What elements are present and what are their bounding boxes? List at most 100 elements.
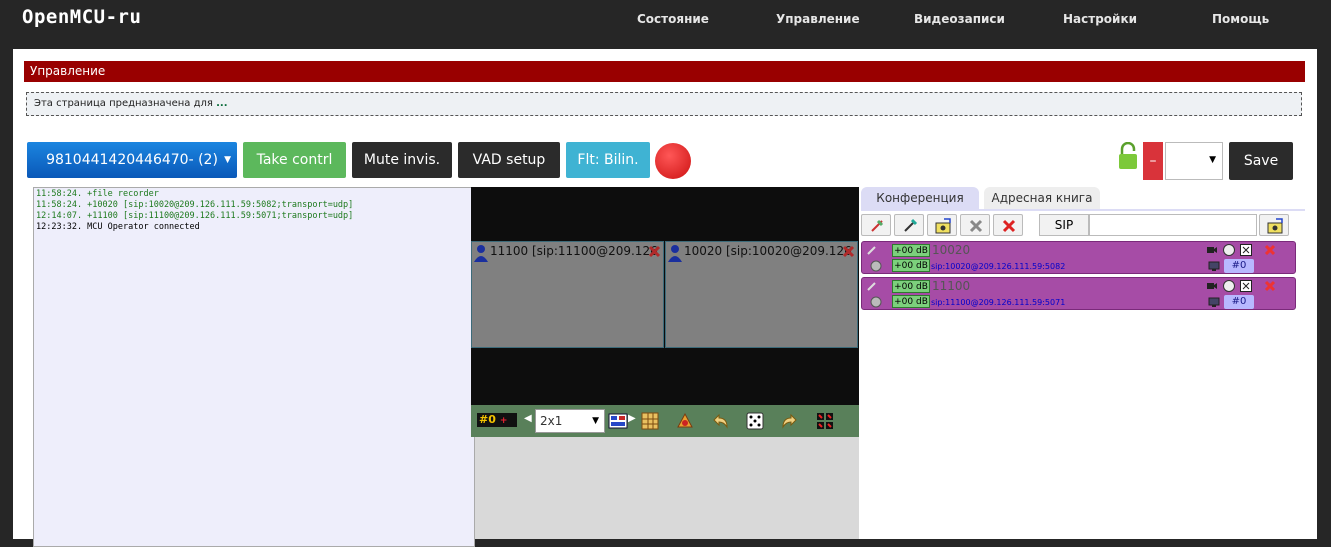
mic-icon[interactable] bbox=[866, 244, 878, 256]
log-entry: 12:23:32. MCU Operator connected bbox=[36, 222, 200, 232]
video-tile[interactable]: 11100 [sip:11100@209.126 bbox=[471, 241, 664, 348]
member-position[interactable]: #0 bbox=[1224, 295, 1254, 309]
sip-address-input[interactable] bbox=[1089, 214, 1257, 236]
tab-conference[interactable]: Конференция bbox=[861, 187, 979, 209]
vad-setup-button[interactable]: VAD setup bbox=[458, 142, 560, 178]
close-icon bbox=[1002, 219, 1016, 233]
gain-out-control[interactable]: +00 dB bbox=[892, 259, 930, 272]
nav-settings[interactable]: Настройки bbox=[1063, 12, 1137, 26]
hide-icon[interactable] bbox=[1240, 244, 1252, 256]
vad-icon[interactable] bbox=[1223, 280, 1235, 292]
take-control-button[interactable]: Take contrl bbox=[243, 142, 346, 178]
nav-control[interactable]: Управление bbox=[776, 12, 860, 26]
top-navbar: OpenMCU-ru Состояние Управление Видеозап… bbox=[0, 0, 1331, 40]
sip-protocol-button[interactable]: SIP bbox=[1039, 214, 1089, 236]
conference-select-button[interactable]: 9810441420446470- (2) ▼ bbox=[27, 142, 237, 178]
section-header: Управление bbox=[24, 61, 1305, 82]
unlock-icon[interactable] bbox=[1118, 142, 1138, 170]
layout-value: 2x1 bbox=[540, 414, 563, 428]
invite-all-button[interactable] bbox=[927, 214, 957, 236]
plus-icon: + bbox=[499, 416, 508, 426]
close-icon[interactable] bbox=[842, 245, 855, 258]
film-icon[interactable] bbox=[639, 410, 661, 432]
log-entry: 11:58:24. +10020 [sip:10020@209.126.111.… bbox=[36, 200, 354, 210]
member-address: sip:10020@209.126.111.59:5082 bbox=[931, 262, 1066, 271]
mute-all-button[interactable] bbox=[861, 214, 891, 236]
member-position[interactable]: #0 bbox=[1224, 259, 1254, 273]
tab-address-book[interactable]: Адресная книга bbox=[984, 187, 1100, 209]
template-select[interactable]: ▼ bbox=[1165, 142, 1223, 180]
monitor-icon[interactable] bbox=[1208, 260, 1220, 272]
next-arrow-icon[interactable]: ▶ bbox=[628, 413, 636, 424]
monitor-icon[interactable] bbox=[1208, 296, 1220, 308]
chevron-down-icon: ▼ bbox=[1209, 155, 1216, 165]
filter-button[interactable]: Flt: Bilin. bbox=[566, 142, 650, 178]
info-text: Эта страница предназначена для bbox=[34, 98, 213, 109]
info-box: Эта страница предназначена для ... bbox=[26, 92, 1302, 116]
speaker-icon[interactable] bbox=[870, 260, 882, 272]
phone-icon bbox=[935, 218, 951, 234]
layout-grid-icon[interactable] bbox=[607, 410, 629, 432]
layout-control-bar: #0 + ◀ 2x1 ▼ ▶ bbox=[471, 405, 859, 437]
user-icon bbox=[668, 245, 682, 262]
user-icon bbox=[474, 245, 488, 262]
clear-layout-icon[interactable] bbox=[814, 410, 836, 432]
close-icon[interactable] bbox=[1264, 244, 1276, 256]
prev-arrow-icon[interactable]: ◀ bbox=[524, 413, 532, 424]
camera-icon[interactable] bbox=[1206, 280, 1218, 292]
save-button[interactable]: Save bbox=[1229, 142, 1293, 180]
hide-icon[interactable] bbox=[1240, 280, 1252, 292]
nav-help[interactable]: Помощь bbox=[1212, 12, 1269, 26]
brand-logo[interactable]: OpenMCU-ru bbox=[22, 6, 141, 28]
event-log: 11:58:24. +file recorder 11:58:24. +1002… bbox=[33, 187, 475, 547]
close-icon bbox=[969, 219, 983, 233]
mic-off-icon bbox=[871, 219, 884, 232]
redo-icon[interactable] bbox=[779, 410, 801, 432]
conference-label: 9810441420446470- (2) bbox=[46, 152, 218, 168]
record-button[interactable] bbox=[655, 143, 691, 179]
drop-all-button[interactable] bbox=[993, 214, 1023, 236]
member-toolbar: SIP bbox=[861, 213, 1305, 237]
log-entry: 11:58:24. +file recorder bbox=[36, 189, 159, 199]
member-address: sip:11100@209.126.111.59:5071 bbox=[931, 298, 1066, 307]
video-layout-preview: 11100 [sip:11100@209.126 10020 [sip:1002… bbox=[471, 187, 859, 405]
right-tabs: Конференция Адресная книга bbox=[861, 187, 1305, 209]
nav-status[interactable]: Состояние bbox=[637, 12, 709, 26]
close-icon[interactable] bbox=[648, 245, 661, 258]
vad-icon[interactable] bbox=[1223, 244, 1235, 256]
phone-icon bbox=[1267, 218, 1283, 234]
layout-area bbox=[475, 437, 859, 539]
position-indicator[interactable]: #0 + bbox=[477, 413, 517, 427]
gain-in-control[interactable]: +00 dB bbox=[892, 280, 930, 293]
member-row: +00 dB +00 dB 11100 sip:11100@209.126.11… bbox=[861, 277, 1296, 310]
log-entry: 12:14:07. +11100 [sip:11100@209.126.111.… bbox=[36, 211, 354, 221]
close-icon[interactable] bbox=[1264, 280, 1276, 292]
mute-invisible-button[interactable]: Mute invis. bbox=[352, 142, 452, 178]
camera-icon[interactable] bbox=[1206, 244, 1218, 256]
member-name: 10020 bbox=[932, 243, 971, 257]
undo-icon[interactable] bbox=[709, 410, 731, 432]
main-panel: Управление Эта страница предназначена дл… bbox=[13, 49, 1317, 547]
remove-button[interactable]: – bbox=[1143, 142, 1163, 180]
layout-select[interactable]: 2x1 ▼ bbox=[535, 409, 605, 433]
mic-icon bbox=[904, 218, 918, 232]
dice-icon[interactable] bbox=[744, 410, 766, 432]
member-row: +00 dB +00 dB 10020 sip:10020@209.126.11… bbox=[861, 241, 1296, 274]
gain-in-control[interactable]: +00 dB bbox=[892, 244, 930, 257]
video-tile[interactable]: 10020 [sip:10020@209.126 bbox=[665, 241, 858, 348]
tile-label: 11100 [sip:11100@209.126 bbox=[490, 244, 658, 258]
chevron-down-icon: ▼ bbox=[592, 416, 599, 426]
tab-divider bbox=[861, 209, 1305, 211]
mic-icon[interactable] bbox=[866, 280, 878, 292]
drop-all-grey-button[interactable] bbox=[960, 214, 990, 236]
unmute-all-button[interactable] bbox=[894, 214, 924, 236]
gain-out-control[interactable]: +00 dB bbox=[892, 295, 930, 308]
tile-label: 10020 [sip:10020@209.126 bbox=[684, 244, 852, 258]
speaker-icon[interactable] bbox=[870, 296, 882, 308]
invite-button[interactable] bbox=[1259, 214, 1289, 236]
nav-recordings[interactable]: Видеозаписи bbox=[914, 12, 1005, 26]
info-more-link[interactable]: ... bbox=[216, 98, 227, 109]
mix-icon[interactable] bbox=[674, 410, 696, 432]
chevron-down-icon: ▼ bbox=[224, 155, 231, 165]
member-name: 11100 bbox=[932, 279, 971, 293]
